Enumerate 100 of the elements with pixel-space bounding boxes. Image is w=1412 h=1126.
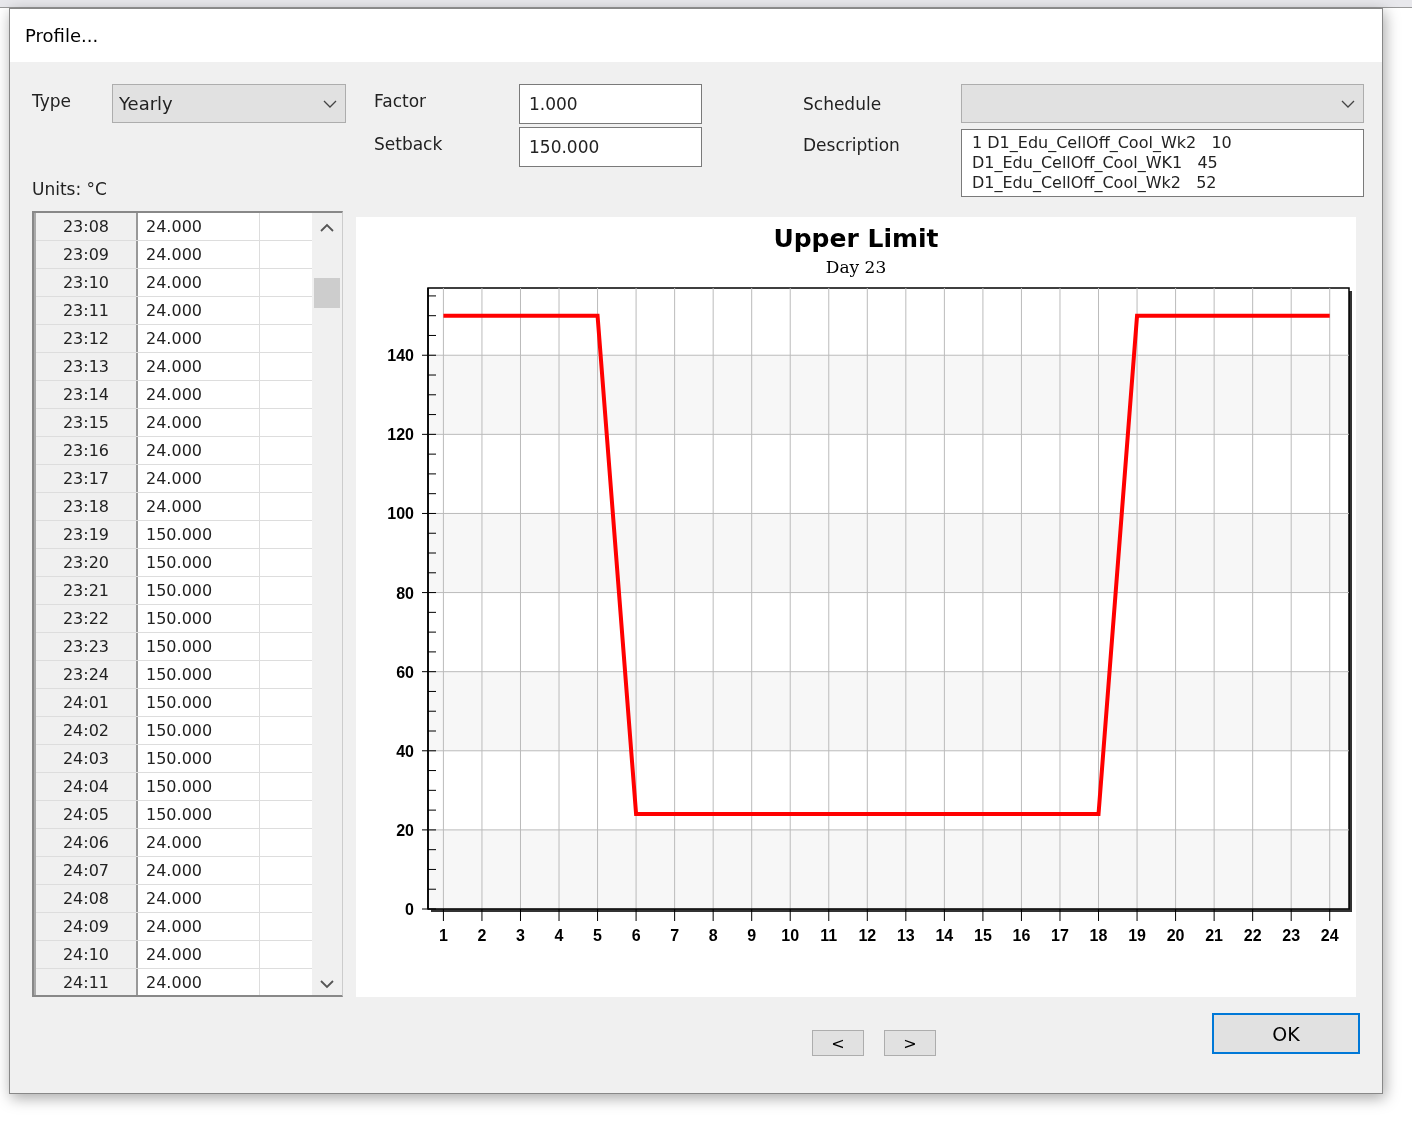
x-tick-label: 20 <box>1166 927 1185 944</box>
value-cell: 24.000 <box>138 213 260 240</box>
value-cell: 24.000 <box>138 913 260 940</box>
value-cell: 24.000 <box>138 885 260 912</box>
y-tick-label: 40 <box>396 742 414 760</box>
x-tick-label: 15 <box>974 927 992 944</box>
schedule-label: Schedule <box>803 93 883 114</box>
description-label: Description <box>803 135 901 155</box>
time-cell: 23:17 <box>36 465 138 492</box>
value-cell: 24.000 <box>138 969 260 995</box>
y-tick-label: 20 <box>396 821 414 839</box>
value-cell: 24.000 <box>138 325 260 352</box>
factor-field[interactable]: 1.000 <box>519 84 702 124</box>
time-cell: 23:08 <box>36 213 138 240</box>
type-dropdown[interactable]: Yearly <box>112 84 346 123</box>
units-label: Units: °C <box>32 179 108 199</box>
value-cell: 150.000 <box>138 801 260 828</box>
time-cell: 24:07 <box>36 857 138 884</box>
value-cell: 150.000 <box>138 661 260 688</box>
value-cell: 24.000 <box>138 941 260 968</box>
value-cell: 150.000 <box>138 605 260 632</box>
time-cell: 24:04 <box>36 773 138 800</box>
x-tick-label: 14 <box>935 927 954 944</box>
value-cell: 150.000 <box>138 549 260 576</box>
x-tick-label: 1 <box>438 927 448 944</box>
value-cell: 150.000 <box>138 521 260 548</box>
time-cell: 24:11 <box>36 969 138 995</box>
value-cell: 24.000 <box>138 269 260 296</box>
time-cell: 24:10 <box>36 941 138 968</box>
time-cell: 24:02 <box>36 717 138 744</box>
type-label: Type <box>32 90 73 113</box>
time-cell: 23:16 <box>36 437 138 464</box>
x-tick-label: 6 <box>631 927 641 944</box>
y-tick-label: 80 <box>396 584 414 602</box>
chart-title: Upper Limit <box>773 224 939 253</box>
time-cell: 23:23 <box>36 633 138 660</box>
x-tick-label: 13 <box>896 927 915 944</box>
x-tick-label: 5 <box>593 927 602 944</box>
time-cell: 23:20 <box>36 549 138 576</box>
description-line: 1 D1_Edu_CellOff_Cool_Wk2 10 <box>972 133 1233 153</box>
time-cell: 23:22 <box>36 605 138 632</box>
value-cell: 24.000 <box>138 465 260 492</box>
value-cell: 150.000 <box>138 689 260 716</box>
value-cell: 150.000 <box>138 633 260 660</box>
time-cell: 24:08 <box>36 885 138 912</box>
value-cell: 24.000 <box>138 493 260 520</box>
x-tick-label: 23 <box>1282 927 1301 944</box>
value-cell: 24.000 <box>138 353 260 380</box>
time-cell: 23:14 <box>36 381 138 408</box>
scroll-down-icon[interactable] <box>320 980 334 989</box>
x-tick-label: 18 <box>1089 927 1108 944</box>
x-tick-label: 2 <box>477 927 487 944</box>
setback-label: Setback <box>374 134 444 156</box>
time-cell: 24:09 <box>36 913 138 940</box>
time-cell: 24:03 <box>36 745 138 772</box>
value-cell: 24.000 <box>138 241 260 268</box>
scroll-thumb[interactable] <box>314 278 340 308</box>
x-tick-label: 24 <box>1320 927 1339 944</box>
setback-field[interactable]: 150.000 <box>519 127 702 167</box>
x-tick-label: 7 <box>670 927 680 944</box>
time-cell: 24:01 <box>36 689 138 716</box>
x-tick-label: 16 <box>1012 927 1031 944</box>
x-tick-label: 17 <box>1051 927 1069 944</box>
chevron-down-icon <box>323 99 337 108</box>
x-tick-label: 21 <box>1205 927 1223 944</box>
description-line: D1_Edu_CellOff_Cool_WK1 45 <box>972 153 1219 173</box>
ok-button[interactable]: OK <box>1212 1013 1360 1054</box>
scrollbar[interactable] <box>312 213 342 995</box>
chart-subtitle: Day 23 <box>825 257 887 277</box>
x-tick-label: 22 <box>1243 927 1262 944</box>
time-cell: 23:11 <box>36 297 138 324</box>
time-cell: 24:05 <box>36 801 138 828</box>
description-line: D1_Edu_CellOff_Cool_Wk2 52 <box>972 173 1218 193</box>
time-cell: 23:10 <box>36 269 138 296</box>
x-tick-label: 12 <box>858 927 877 944</box>
value-cell: 150.000 <box>138 773 260 800</box>
nav-button[interactable]: < <box>812 1030 864 1056</box>
x-tick-label: 19 <box>1128 927 1146 944</box>
value-cell: 24.000 <box>138 381 260 408</box>
time-cell: 23:15 <box>36 409 138 436</box>
value-cell: 150.000 <box>138 745 260 772</box>
schedule-dropdown[interactable] <box>961 84 1364 123</box>
value-cell: 150.000 <box>138 717 260 744</box>
y-tick-label: 0 <box>405 901 414 918</box>
y-tick-label: 60 <box>396 663 414 681</box>
x-tick-label: 11 <box>820 927 838 944</box>
factor-label: Factor <box>374 91 428 113</box>
time-cell: 23:19 <box>36 521 138 548</box>
y-tick-label: 120 <box>387 426 414 444</box>
nav-button[interactable]: > <box>884 1030 936 1056</box>
value-cell: 150.000 <box>138 577 260 604</box>
time-cell: 23:09 <box>36 241 138 268</box>
value-cell: 24.000 <box>138 829 260 856</box>
time-cell: 23:24 <box>36 661 138 688</box>
y-tick-label: 100 <box>387 505 414 523</box>
x-tick-label: 3 <box>516 927 525 944</box>
scroll-up-icon[interactable] <box>320 223 334 232</box>
time-cell: 23:18 <box>36 493 138 520</box>
value-cell: 24.000 <box>138 409 260 436</box>
value-cell: 24.000 <box>138 297 260 324</box>
